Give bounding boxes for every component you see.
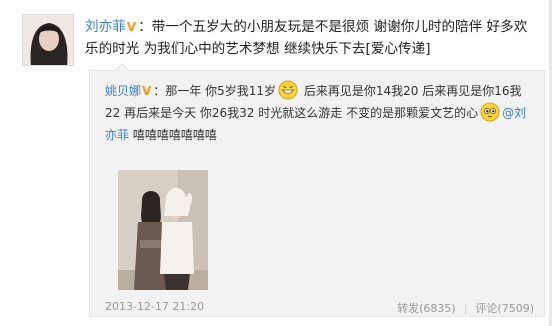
repost-content: 姚贝娜V ：那一年 你5岁我11岁 后来再见是你14我20 后来再见是你16我22…	[105, 80, 535, 146]
grin-emoji-icon	[278, 80, 298, 100]
repost-actions: 转发(6835) | 评论(7509)	[397, 300, 534, 316]
repost-text-1: ：那一年 你5岁我11岁	[153, 84, 277, 98]
verified-icon: V	[126, 20, 137, 34]
verified-icon: V	[142, 84, 152, 98]
post-text: ：带一个五岁大的小朋友玩是不是很烦 谢谢你儿时的陪伴 好多欢乐的时光 为我们心中…	[85, 19, 528, 57]
repost-author-name[interactable]: 姚贝娜	[105, 84, 141, 98]
adoring-emoji-icon	[480, 102, 500, 122]
forward-link[interactable]: 转发(6835)	[397, 302, 456, 315]
poster-name[interactable]: 刘亦菲	[85, 19, 126, 35]
comment-link[interactable]: 评论(7509)	[475, 302, 534, 315]
post-content: 刘亦菲V ：带一个五岁大的小朋友玩是不是很烦 谢谢你儿时的陪伴 好多欢乐的时光 为…	[85, 16, 540, 60]
action-divider: |	[463, 302, 468, 315]
repost-photo-thumbnail[interactable]	[118, 170, 208, 290]
repost-timestamp[interactable]: 2013-12-17 21:20	[105, 300, 204, 313]
repost-text-3: 嘻嘻嘻嘻嘻嘻嘻	[129, 128, 217, 142]
poster-avatar[interactable]	[22, 14, 74, 66]
reposted-post: 姚贝娜V ：那一年 你5岁我11岁 后来再见是你14我20 后来再见是你16我22…	[89, 63, 545, 317]
